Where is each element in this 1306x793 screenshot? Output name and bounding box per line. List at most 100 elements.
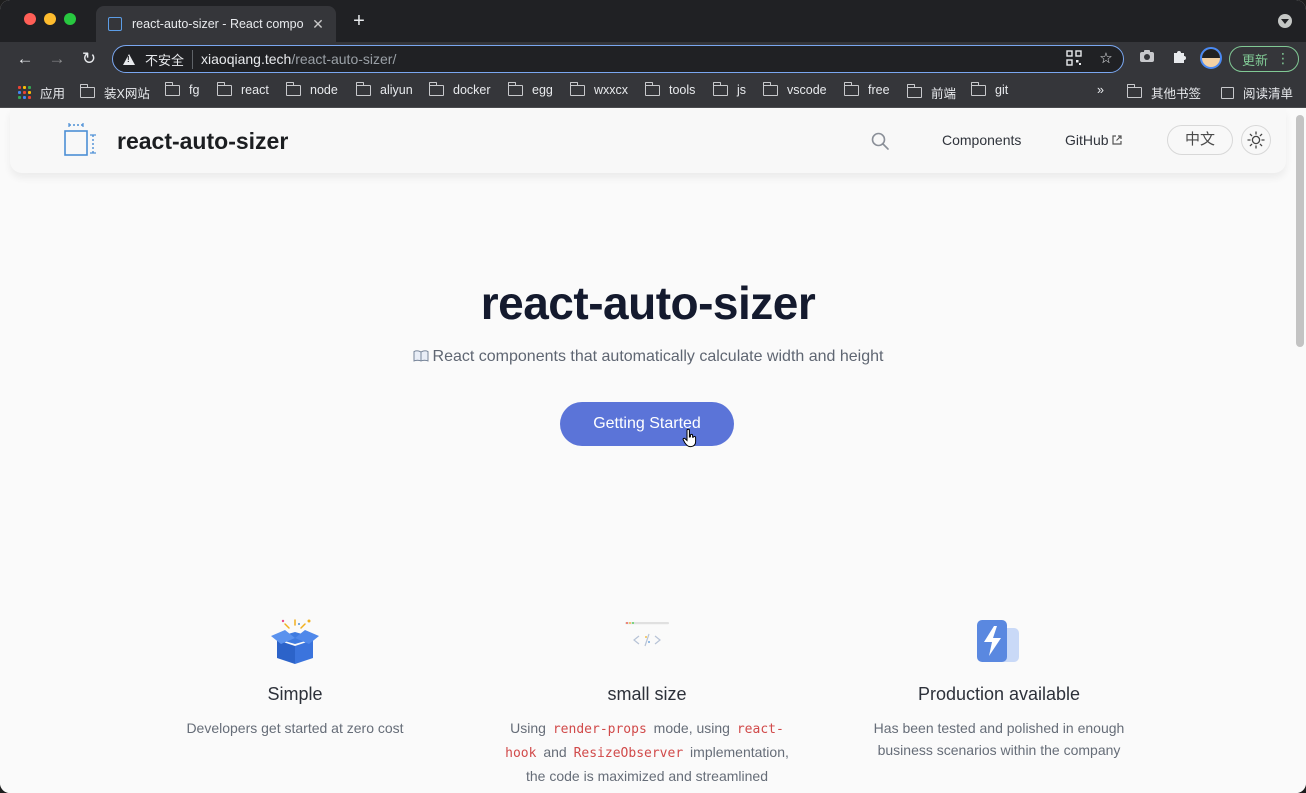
folder-icon — [907, 84, 922, 98]
bookmark-label: fg — [189, 83, 200, 97]
browser-toolbar: ← → ↻ 不安全 xiaoqiang.tech /react-auto-siz… — [0, 42, 1306, 76]
address-bar[interactable]: 不安全 xiaoqiang.tech /react-auto-sizer/ ☆ — [112, 45, 1124, 73]
folder-icon — [429, 81, 444, 96]
inline-code: render-props — [552, 722, 647, 737]
apps-grid-icon — [18, 86, 31, 99]
bookmark-folder[interactable]: docker — [429, 81, 491, 97]
bookmark-apps[interactable]: 应用 — [18, 83, 65, 102]
nav-components-link[interactable]: Components — [942, 132, 1021, 148]
desc-text: and — [543, 744, 567, 760]
maximize-window-button[interactable] — [64, 13, 76, 25]
hero-description: React components that automatically calc… — [0, 348, 1296, 366]
bookmark-folder[interactable]: js — [713, 81, 747, 97]
nav-github-link[interactable]: GitHub — [1065, 132, 1122, 148]
qr-code-icon[interactable] — [1065, 50, 1083, 68]
desc-text: mode, using — [653, 720, 730, 736]
new-tab-button[interactable]: + — [348, 10, 370, 32]
getting-started-button[interactable]: Getting Started — [560, 402, 734, 446]
bookmark-folder[interactable]: tools — [645, 81, 696, 97]
desc-text: Using — [510, 720, 546, 736]
tab-close-icon[interactable]: ✕ — [310, 16, 326, 33]
bookmark-folder[interactable]: free — [844, 81, 890, 97]
folder-icon — [570, 81, 585, 96]
tab-strip: react-auto-sizer - React compo ✕ + — [0, 0, 1306, 42]
feature-title: Production available — [917, 684, 1081, 704]
search-icon[interactable] — [870, 131, 890, 151]
hero-title: react-auto-sizer — [480, 277, 816, 329]
extensions-puzzle-icon[interactable] — [1169, 49, 1189, 69]
profile-avatar[interactable] — [1200, 47, 1222, 69]
other-bookmarks[interactable]: 其他书签 — [1127, 83, 1201, 102]
reload-button[interactable]: ↻ — [78, 48, 100, 70]
bookmark-folder[interactable]: react — [217, 81, 269, 97]
site-navbar: react-auto-sizer Components GitHub 中文 — [10, 109, 1286, 173]
browser-tab[interactable]: react-auto-sizer - React compo ✕ — [96, 6, 336, 42]
bookmark-folder[interactable]: egg — [508, 81, 553, 97]
inline-code: ResizeObserver — [573, 746, 684, 761]
bookmark-folder[interactable]: wxxcx — [570, 81, 628, 97]
site-logo-icon[interactable] — [64, 123, 100, 159]
external-link-icon — [1111, 135, 1122, 145]
url-host: xiaoqiang.tech — [201, 51, 292, 67]
feature-small-size: small size Using render-props mode, usin… — [497, 616, 797, 787]
close-window-button[interactable] — [24, 13, 36, 25]
page-content: react-auto-sizer Components GitHub 中文 re… — [0, 109, 1306, 793]
feature-production-available: Production available Has been tested and… — [849, 616, 1149, 761]
bookmark-folder[interactable]: 前端 — [907, 83, 956, 102]
browser-window: react-auto-sizer - React compo ✕ + ← → ↻… — [0, 0, 1306, 793]
feature-title: Simple — [267, 684, 323, 704]
folder-icon — [508, 81, 523, 96]
folder-icon — [217, 81, 232, 96]
other-bookmarks-label: 其他书签 — [1151, 87, 1202, 101]
folder-icon — [286, 81, 301, 96]
feature-description: Using render-props mode, using react-hoo… — [497, 717, 797, 787]
bookmark-label: 应用 — [40, 87, 66, 101]
forward-button[interactable]: → — [46, 48, 68, 70]
bookmark-folder[interactable]: node — [286, 81, 338, 97]
bookmark-folder[interactable]: vscode — [763, 81, 827, 97]
tab-search-icon[interactable] — [1278, 14, 1292, 28]
update-button[interactable]: 更新 ⋮ — [1229, 46, 1299, 72]
folder-icon — [844, 81, 859, 96]
camera-extension-icon[interactable] — [1137, 49, 1157, 69]
warning-icon — [123, 53, 135, 65]
tab-title: react-auto-sizer - React compo — [132, 17, 304, 31]
code-window-icon — [625, 622, 669, 647]
folder-icon — [645, 81, 660, 96]
folder-icon — [971, 81, 986, 96]
bookmarks-overflow-button[interactable]: » — [1097, 83, 1104, 97]
more-vert-icon: ⋮ — [1276, 50, 1290, 66]
bookmark-folder[interactable]: 装X网站 — [80, 83, 150, 102]
reading-list-label: 阅读清单 — [1243, 87, 1294, 101]
bookmark-label: tools — [669, 83, 696, 97]
bookmark-label: docker — [453, 83, 491, 97]
bookmark-label: js — [737, 83, 747, 97]
theme-toggle-button[interactable] — [1241, 125, 1271, 155]
bookmark-label: vscode — [787, 83, 827, 97]
bookmark-label: 前端 — [931, 87, 957, 101]
back-button[interactable]: ← — [14, 48, 36, 70]
tab-favicon-icon — [108, 17, 122, 31]
url-path: /react-auto-sizer/ — [291, 51, 397, 67]
bookmark-folder[interactable]: git — [971, 81, 1009, 97]
bookmark-folder[interactable]: aliyun — [356, 81, 413, 97]
bookmark-label: react — [241, 83, 269, 97]
bookmark-label: free — [868, 83, 890, 97]
bookmark-star-icon[interactable]: ☆ — [1097, 50, 1115, 68]
folder-icon — [1127, 84, 1142, 98]
bookmark-label: git — [995, 83, 1009, 97]
folder-icon — [80, 84, 95, 98]
update-label: 更新 — [1242, 52, 1269, 68]
feature-title: small size — [607, 684, 687, 704]
bookmark-label: egg — [532, 83, 553, 97]
reading-list-icon — [1221, 86, 1234, 99]
bookmark-folder[interactable]: fg — [165, 81, 200, 97]
minimize-window-button[interactable] — [44, 13, 56, 25]
lightning-icon — [977, 620, 1019, 662]
reading-list[interactable]: 阅读清单 — [1221, 83, 1293, 102]
language-toggle-button[interactable]: 中文 — [1167, 125, 1233, 155]
feature-description: Has been tested and polished in enough b… — [873, 720, 1125, 758]
site-title[interactable]: react-auto-sizer — [117, 128, 288, 155]
feature-description: Developers get started at zero cost — [186, 720, 404, 736]
page-scrollbar[interactable] — [1296, 115, 1304, 347]
